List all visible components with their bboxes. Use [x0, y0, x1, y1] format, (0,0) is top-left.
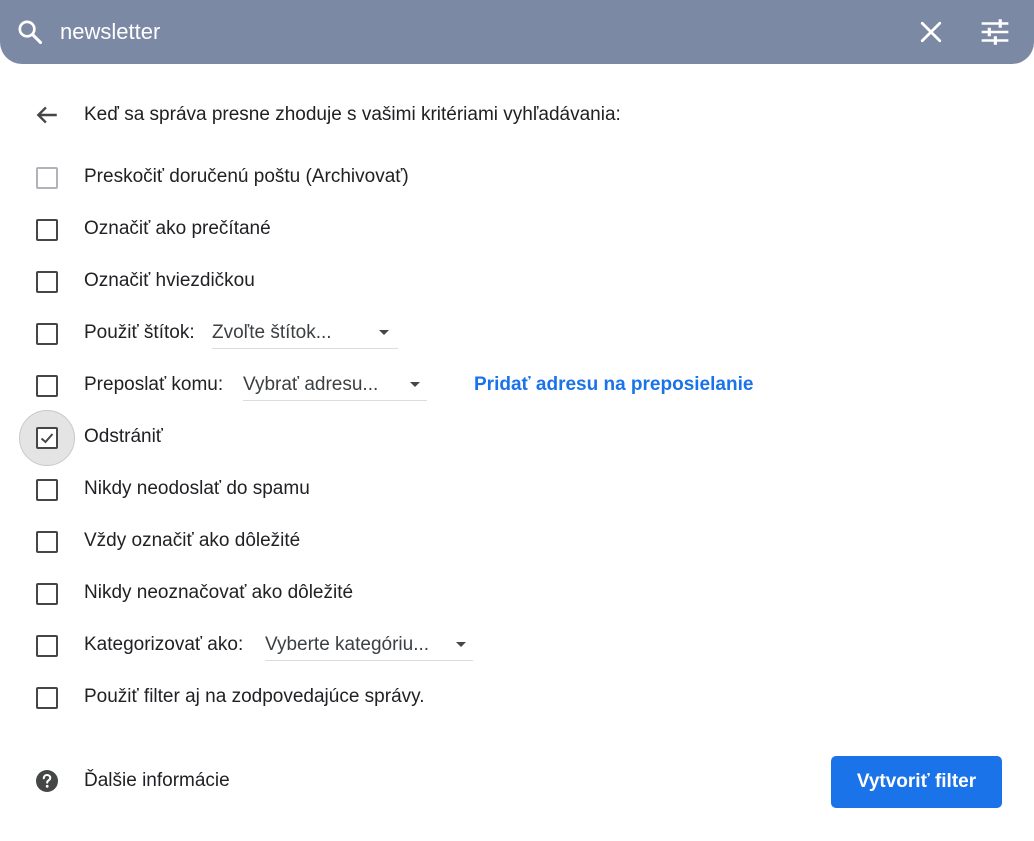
categorize-checkbox[interactable] [36, 635, 58, 657]
option-apply-to-matching: Použiť filter aj na zodpovedajúce správy… [0, 684, 1034, 714]
option-categorize: Kategorizovať ako: Vyberte kategóriu... [0, 632, 1034, 662]
apply-label-checkbox[interactable] [36, 323, 58, 345]
option-label: Preposlať komu: [84, 374, 224, 395]
option-never-spam: Nikdy neodoslať do spamu [0, 476, 1034, 506]
filter-criteria-heading: Keď sa správa presne zhoduje s vašimi kr… [84, 104, 621, 125]
never-spam-checkbox[interactable] [36, 479, 58, 501]
option-label: Použiť filter aj na zodpovedajúce správy… [84, 686, 425, 707]
delete-checkbox[interactable] [36, 427, 58, 449]
star-checkbox[interactable] [36, 271, 58, 293]
mark-as-read-checkbox[interactable] [36, 219, 58, 241]
checkmark-icon [40, 433, 54, 444]
option-never-important: Nikdy neoznačovať ako dôležité [0, 580, 1034, 610]
option-label: Vždy označiť ako dôležité [84, 530, 301, 551]
search-icon[interactable] [16, 18, 44, 46]
apply-to-matching-checkbox[interactable] [36, 687, 58, 709]
create-filter-button[interactable]: Vytvoriť filter [831, 756, 1002, 808]
option-skip-inbox: Preskočiť doručenú poštu (Archivovať) [0, 164, 1034, 194]
forward-address-select[interactable]: Vybrať adresu... [243, 372, 427, 401]
learn-more-link[interactable]: Ďalšie informácie [84, 770, 230, 792]
option-label: Kategorizovať ako: [84, 634, 244, 655]
category-select[interactable]: Vyberte kategóriu... [265, 632, 473, 661]
never-important-checkbox[interactable] [36, 583, 58, 605]
dropdown-arrow-icon [456, 642, 466, 647]
search-bar: newsletter [0, 0, 1034, 64]
forward-to-checkbox[interactable] [36, 375, 58, 397]
option-label: Použiť štítok: [84, 322, 195, 343]
option-label: Označiť ako prečítané [84, 218, 271, 239]
help-icon[interactable] [35, 769, 59, 793]
option-label: Nikdy neodoslať do spamu [84, 478, 310, 499]
search-input[interactable]: newsletter [60, 18, 160, 46]
back-arrow-icon[interactable] [34, 102, 60, 128]
dropdown-arrow-icon [379, 330, 389, 335]
option-mark-as-read: Označiť ako prečítané [0, 216, 1034, 246]
option-apply-label: Použiť štítok: Zvoľte štítok... [0, 320, 1034, 350]
always-important-checkbox[interactable] [36, 531, 58, 553]
category-select-value: Vyberte kategóriu... [265, 634, 430, 655]
filter-actions-panel: Keď sa správa presne zhoduje s vašimi kr… [0, 64, 1034, 841]
option-delete: Odstrániť [0, 410, 1034, 466]
close-icon[interactable] [916, 17, 946, 47]
option-label: Odstrániť [84, 426, 163, 447]
option-always-important: Vždy označiť ako dôležité [0, 528, 1034, 558]
label-select[interactable]: Zvoľte štítok... [212, 320, 398, 349]
option-label: Preskočiť doručenú poštu (Archivovať) [84, 166, 409, 187]
search-options-icon[interactable] [978, 17, 1012, 47]
skip-inbox-checkbox[interactable] [36, 167, 58, 189]
dropdown-arrow-icon [410, 382, 420, 387]
forward-address-select-value: Vybrať adresu... [243, 374, 379, 395]
option-forward-to: Preposlať komu: Vybrať adresu... Pridať … [0, 372, 1034, 402]
label-select-value: Zvoľte štítok... [212, 322, 332, 343]
option-star: Označiť hviezdičkou [0, 268, 1034, 298]
add-forwarding-address-link[interactable]: Pridať adresu na preposielanie [474, 374, 753, 396]
option-label: Označiť hviezdičkou [84, 270, 255, 291]
option-label: Nikdy neoznačovať ako dôležité [84, 582, 354, 603]
